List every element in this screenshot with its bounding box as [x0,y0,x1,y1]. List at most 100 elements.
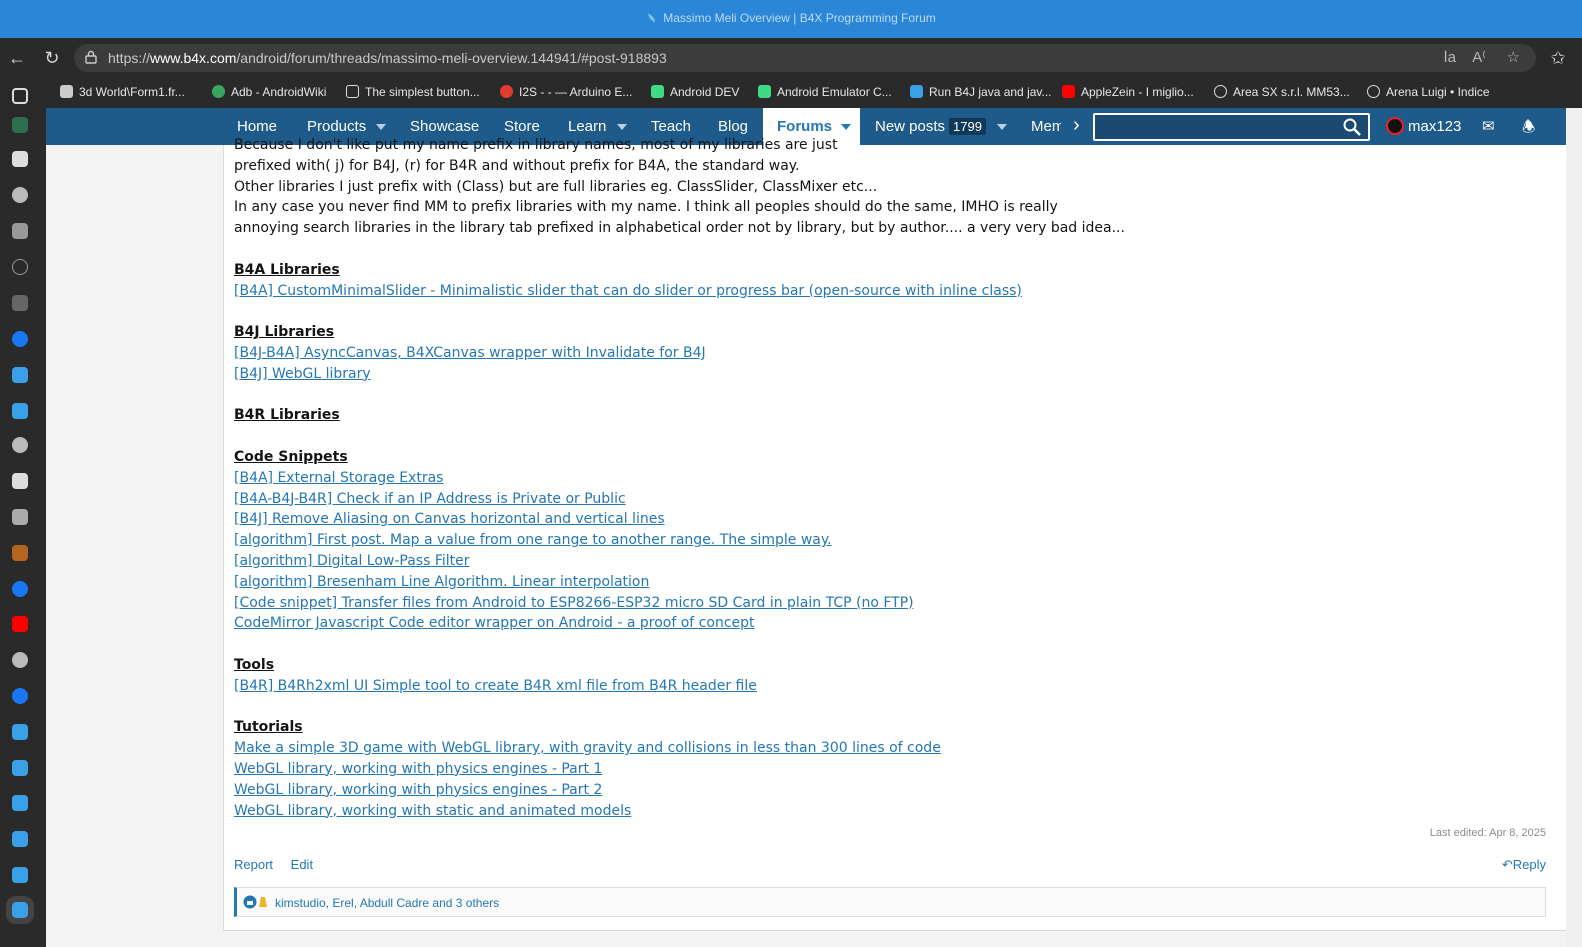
post-link[interactable]: [B4A-B4J-B4R] Check if an IP Address is … [234,491,626,507]
google-icon[interactable] [12,652,28,668]
bookmark-item[interactable]: 3d World\Form1.fr... [60,85,185,99]
reaction-icons [243,895,273,914]
post-link[interactable]: [B4R] B4Rh2xml UI Simple tool to create … [234,678,757,694]
address-bar-row: ← ↻ https://www.b4x.com/android/forum/th… [0,38,1582,78]
tv-icon[interactable] [12,295,28,311]
section-heading-line: B4J Libraries [234,322,1554,343]
section-heading-line: B4R Libraries [234,405,1554,426]
b4x-icon[interactable] [12,403,28,419]
b4x-icon[interactable] [12,760,28,776]
amazon-icon[interactable] [12,473,28,489]
products-dropdown-icon[interactable] [376,124,386,130]
save-icon[interactable] [12,223,28,239]
post-link[interactable]: CodeMirror Javascript Code editor wrappe… [234,615,755,631]
nav-members[interactable]: Mem [1031,118,1061,135]
post-link[interactable]: WebGL library, working with physics engi… [234,782,602,798]
reactions-bar[interactable]: kimstudio, Erel, Abdull Cadre and 3 othe… [234,887,1546,917]
youtube-icon [1062,85,1075,98]
post-link-line: WebGL library, working with physics engi… [234,780,1554,801]
nav-teach[interactable]: Teach [651,118,691,135]
b4x-icon[interactable] [12,795,28,811]
nav-home[interactable]: Home [237,118,277,135]
bookmark-label: Area SX s.r.l. MM53... [1233,85,1350,99]
nav-scroll-right-icon[interactable]: › [1073,114,1080,137]
post-link[interactable]: Make a simple 3D game with WebGL library… [234,740,941,756]
globe-icon[interactable] [12,259,28,275]
learn-dropdown-icon[interactable] [617,124,627,130]
bookmark-item[interactable]: Run B4J java and jav... [910,85,1052,99]
user-menu[interactable]: max123 [1386,117,1461,135]
url-path: /android/forum/threads/massimo-meli-over… [236,50,667,66]
post-link[interactable]: WebGL library, working with static and a… [234,803,631,819]
nav-products[interactable]: Products [307,118,366,135]
b4x-icon[interactable] [12,867,28,883]
favorites-icon[interactable]: ✩ [1546,46,1570,70]
favorite-star-icon[interactable]: ☆ [1507,48,1520,66]
report-link[interactable]: Report [234,857,273,872]
forums-dropdown-icon[interactable] [841,124,851,130]
bookmark-item[interactable]: Android Emulator C... [758,85,892,99]
section-heading-line: Code Snippets [234,447,1554,468]
google-icon[interactable] [12,437,28,453]
post-link[interactable]: [B4A] CustomMinimalSlider - Minimalistic… [234,283,1022,299]
refresh-icon[interactable]: ↻ [40,46,64,70]
inbox-icon[interactable]: ✉ [1482,117,1495,135]
facebook-icon[interactable] [12,331,28,347]
back-arrow-icon[interactable]: ← [5,46,29,70]
amazon-icon[interactable] [12,151,28,167]
edit-link[interactable]: Edit [291,857,313,872]
tabs-icon[interactable] [12,88,28,104]
post-link-line: [B4J] Remove Aliasing on Canvas horizont… [234,509,1554,530]
post-link[interactable]: [B4A] External Storage Extras [234,470,443,486]
bookmark-item[interactable]: The simplest button... [346,85,480,99]
lock-icon [85,50,97,64]
bookmark-label: AppleZein - I miglio... [1081,85,1194,99]
facebook-icon[interactable] [12,581,28,597]
globe-icon [1214,85,1227,98]
post-link[interactable]: [algorithm] Bresenham Line Algorithm. Li… [234,574,649,590]
nav-showcase[interactable]: Showcase [410,118,479,135]
bookmark-label: Adb - AndroidWiki [231,85,327,99]
youtube-icon[interactable] [12,616,28,632]
facebook-icon[interactable] [12,688,28,704]
post-link[interactable]: [B4J-B4A] AsyncCanvas, B4XCanvas wrapper… [234,345,706,361]
bookmark-item[interactable]: AppleZein - I miglio... [1062,85,1194,99]
url-field[interactable]: https://www.b4x.com/android/forum/thread… [74,44,1536,72]
post-link-line: [B4R] B4Rh2xml UI Simple tool to create … [234,676,1554,697]
post-actions: Report Edit [234,857,327,872]
translate-icon[interactable]: اa [1443,48,1456,66]
bookmark-item[interactable]: Android DEV [651,85,739,99]
post-link[interactable]: WebGL library, working with physics engi… [234,761,602,777]
bookmark-item[interactable]: Area SX s.r.l. MM53... [1214,85,1350,99]
b4x-icon[interactable] [12,724,28,740]
post-link-line: [B4A] CustomMinimalSlider - Minimalistic… [234,281,1554,302]
b4x-icon[interactable] [12,367,28,383]
bookmark-item[interactable]: I2S - - — Arduino E... [500,85,632,99]
new-posts-dropdown-icon[interactable] [997,124,1007,130]
post-link[interactable]: [B4J] WebGL library [234,366,371,382]
read-aloud-icon[interactable]: A⁽ [1472,48,1486,66]
nav-store[interactable]: Store [504,118,540,135]
nav-learn[interactable]: Learn [568,118,606,135]
b4x-icon[interactable] [12,831,28,847]
nav-blog[interactable]: Blog [718,118,748,135]
page-scrollbar[interactable] [1566,108,1582,947]
search-icon[interactable] [1342,117,1362,137]
reply-button[interactable]: ↶Reply [1502,857,1546,873]
google-icon[interactable] [12,187,28,203]
tab-favicon-icon[interactable] [12,117,28,133]
post-link[interactable]: [algorithm] First post. Map a value from… [234,532,832,548]
nav-new-posts[interactable]: New posts 1799 [875,118,986,135]
post-link[interactable]: [algorithm] Digital Low-Pass Filter [234,553,470,569]
reactions-users[interactable]: kimstudio, Erel, Abdull Cadre and 3 othe… [275,896,499,910]
b4x-icon [910,85,923,98]
post-link[interactable]: [Code snippet] Transfer files from Andro… [234,595,914,611]
post-link[interactable]: [B4J] Remove Aliasing on Canvas horizont… [234,511,665,527]
bookmark-item[interactable]: Adb - AndroidWiki [212,85,326,99]
post-link-line: [B4A] External Storage Extras [234,468,1554,489]
app-icon[interactable] [12,509,28,525]
bookmark-item[interactable]: Arena Luigi • Indice [1367,85,1490,99]
b4x-icon-active[interactable] [6,896,34,924]
app-icon[interactable] [12,545,28,561]
